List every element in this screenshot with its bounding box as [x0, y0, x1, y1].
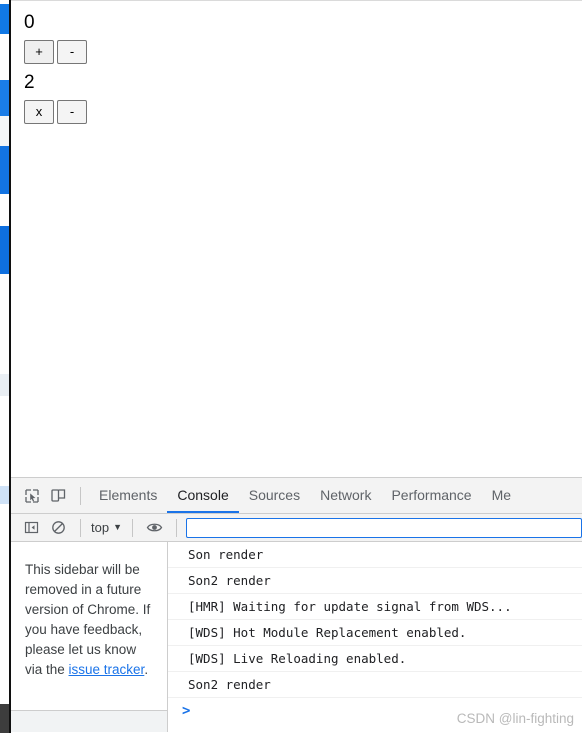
- console-message[interactable]: [HMR] Waiting for update signal from WDS…: [168, 594, 582, 620]
- sidebar-notice-text-1: This sidebar will be removed in a future…: [25, 562, 151, 677]
- toolbar-divider: [80, 486, 81, 505]
- console-prompt[interactable]: >: [168, 698, 582, 725]
- issue-tracker-link[interactable]: issue tracker: [69, 662, 145, 677]
- show-console-sidebar-icon[interactable]: [18, 516, 45, 540]
- console-toolbar-divider-2: [132, 518, 133, 537]
- execution-context-label: top: [91, 520, 110, 535]
- chevron-down-icon: ▼: [113, 522, 122, 532]
- console-message[interactable]: Son2 render: [168, 568, 582, 594]
- console-message[interactable]: [WDS] Hot Module Replacement enabled.: [168, 620, 582, 646]
- console-body: This sidebar will be removed in a future…: [11, 542, 582, 732]
- console-message[interactable]: Son render: [168, 542, 582, 568]
- tab-console[interactable]: Console: [167, 478, 239, 513]
- console-message[interactable]: Son2 render: [168, 672, 582, 698]
- device-toolbar-icon[interactable]: [45, 483, 72, 509]
- devtools-panel: Elements Console Sources Network Perform…: [11, 477, 582, 733]
- window-left-border: [9, 0, 11, 733]
- tab-memory[interactable]: Me: [482, 478, 521, 513]
- tab-network[interactable]: Network: [310, 478, 381, 513]
- console-sidebar: This sidebar will be removed in a future…: [11, 542, 168, 732]
- counter-one-buttons: + -: [24, 40, 582, 64]
- clear-console-icon[interactable]: [45, 516, 72, 540]
- react-app-root: 0 + - 2 x -: [11, 1, 582, 124]
- prompt-caret-icon: >: [182, 703, 191, 719]
- multiply-button[interactable]: x: [24, 100, 54, 124]
- counter-two-value: 2: [24, 72, 35, 93]
- counter-one-value: 0: [24, 12, 35, 33]
- sidebar-notice-text-2: .: [144, 662, 149, 677]
- decrement2-button[interactable]: -: [57, 100, 87, 124]
- sidebar-footer-bar: [11, 710, 167, 732]
- console-message[interactable]: [WDS] Live Reloading enabled.: [168, 646, 582, 672]
- tab-performance[interactable]: Performance: [381, 478, 481, 513]
- console-toolbar: top ▼: [11, 514, 582, 542]
- tab-elements[interactable]: Elements: [89, 478, 167, 513]
- inspect-element-icon[interactable]: [18, 483, 45, 509]
- decrement-button[interactable]: -: [57, 40, 87, 64]
- counter-two-buttons: x -: [24, 100, 582, 124]
- create-live-expression-icon[interactable]: [141, 516, 168, 540]
- browser-page-viewport: 0 + - 2 x -: [11, 0, 582, 477]
- increment-button[interactable]: +: [24, 40, 54, 64]
- tab-sources[interactable]: Sources: [239, 478, 310, 513]
- execution-context-selector[interactable]: top ▼: [89, 520, 124, 535]
- console-toolbar-divider-3: [176, 518, 177, 537]
- console-filter-input[interactable]: [186, 517, 582, 538]
- console-toolbar-divider: [80, 518, 81, 537]
- console-message-list: Son render Son2 render [HMR] Waiting for…: [168, 542, 582, 732]
- sidebar-deprecation-notice: This sidebar will be removed in a future…: [11, 542, 167, 680]
- devtools-tabbar: Elements Console Sources Network Perform…: [11, 478, 582, 514]
